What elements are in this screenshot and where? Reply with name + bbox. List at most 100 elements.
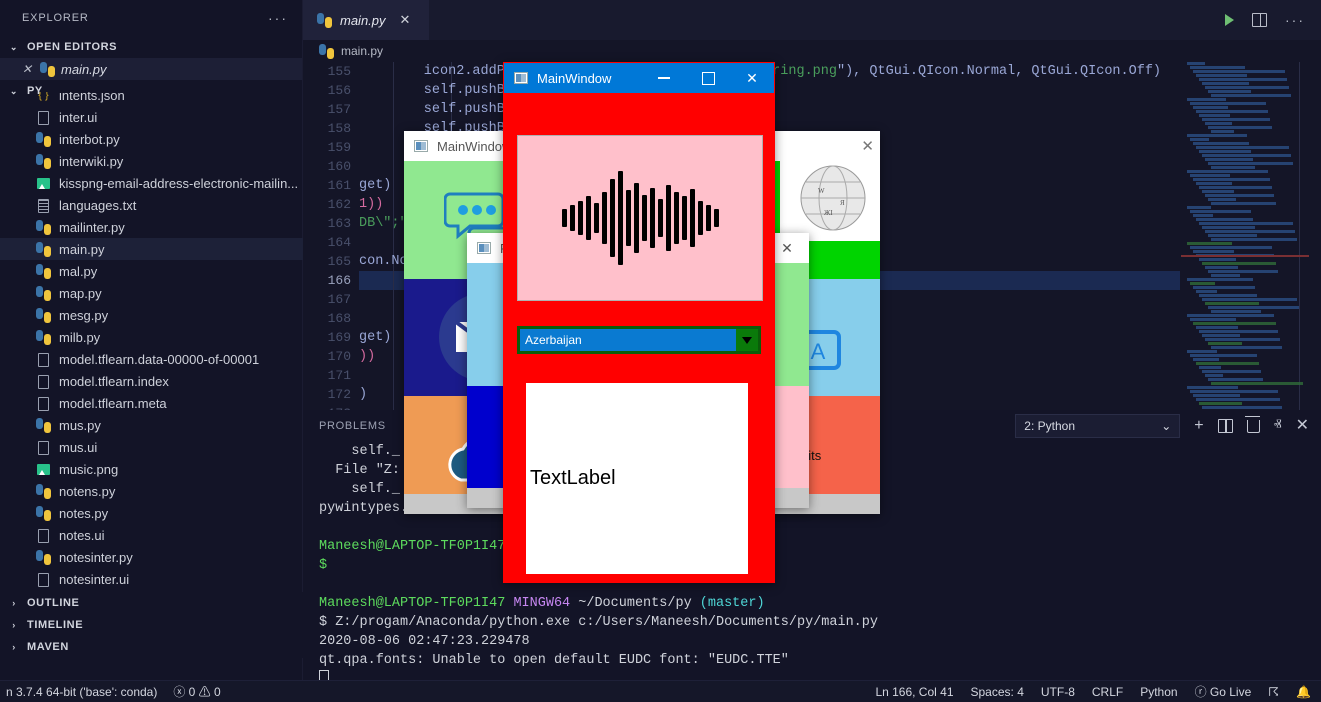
status-encoding[interactable]: UTF-8 — [1041, 685, 1075, 699]
status-language-mode[interactable]: Python — [1140, 685, 1177, 699]
file-item[interactable]: interbot.py — [0, 128, 303, 150]
file-item[interactable]: notesinter.ui — [0, 568, 303, 590]
line-number: 164 — [327, 235, 351, 250]
sidebar-section-maven[interactable]: › MAVEN — [0, 636, 303, 658]
app-icon — [414, 140, 428, 152]
file-item[interactable]: notens.py — [0, 480, 303, 502]
close-button[interactable]: ✕ — [730, 63, 774, 93]
python-icon — [36, 549, 51, 565]
split-terminal-button[interactable] — [1217, 419, 1233, 433]
chevron-right-icon: › — [12, 642, 16, 652]
terminal-select[interactable]: 2: Python ⌄ — [1015, 414, 1181, 438]
sidebar-section-outline[interactable]: › OUTLINE — [0, 592, 303, 614]
file-item-label: mailinter.py — [59, 219, 125, 235]
audio-waveform-image — [517, 135, 763, 301]
file-item-label: interwiki.py — [59, 153, 124, 169]
explorer-sidebar: EXPLORER ··· ⌄ OPEN EDITORS ✕ main.py ⌄ … — [0, 0, 303, 680]
file-item[interactable]: map.py — [0, 282, 303, 304]
waveform-bar — [609, 179, 615, 257]
line-number-gutter: 155 156 157 158 159 160 161 162 163 164 165 166 167 1… — [303, 62, 359, 410]
open-editor-label: main.py — [61, 61, 107, 77]
open-editors-section[interactable]: ⌄ OPEN EDITORS — [0, 36, 302, 58]
waveform-bar — [601, 192, 607, 244]
file-item[interactable]: model.tflearn.data-00000-of-00001 — [0, 348, 303, 370]
file-item[interactable]: milb.py — [0, 326, 303, 348]
file-item[interactable]: mailinter.py — [0, 216, 303, 238]
file-item[interactable]: mus.ui — [0, 436, 303, 458]
file-item[interactable]: interwiki.py — [0, 150, 303, 172]
wiki-tile[interactable]: ✕ W Я ЖІ — [780, 131, 880, 241]
file-item[interactable]: { } intents.json — [0, 92, 303, 106]
file-item-label: notes.py — [59, 505, 109, 521]
more-actions-button[interactable]: ··· — [1285, 13, 1305, 27]
status-errors-warnings[interactable]: ⓧ 0 ⚠ 0 — [173, 683, 220, 700]
explorer-more-icon[interactable]: ··· — [268, 11, 288, 25]
status-bar-right: Ln 166, Col 41 Spaces: 4 UTF-8 CRLF Python ⓡ … — [875, 683, 1321, 700]
file-item[interactable]: notes.py — [0, 502, 303, 524]
terminal-line: qt.qpa.fonts: Unable to open default EUD… — [319, 653, 789, 668]
python-icon — [36, 483, 51, 499]
open-editor-item-main-py[interactable]: ✕ main.py — [0, 58, 302, 80]
app-icon — [514, 72, 528, 84]
file-item[interactable]: notes.ui — [0, 524, 303, 546]
file-item[interactable]: model.tflearn.meta — [0, 392, 303, 414]
waveform-bar — [569, 205, 575, 231]
maximize-button[interactable] — [686, 63, 730, 93]
chevron-down-icon[interactable] — [736, 329, 758, 351]
python-icon — [40, 61, 55, 77]
status-feedback[interactable]: ☈ — [1268, 685, 1279, 699]
file-item[interactable]: notesinter.py — [0, 546, 303, 568]
svg-text:W: W — [818, 187, 825, 195]
minimap[interactable] — [1181, 62, 1309, 410]
file-item[interactable]: mesg.py — [0, 304, 303, 326]
status-indentation[interactable]: Spaces: 4 — [971, 685, 1024, 699]
close-panel-button[interactable]: ✕ — [1296, 418, 1309, 434]
python-icon — [319, 43, 334, 59]
file-item[interactable]: kisspng-email-address-electronic-mailin.… — [0, 172, 303, 194]
kill-terminal-button[interactable] — [1244, 415, 1260, 433]
python-icon — [36, 417, 51, 433]
status-notifications[interactable]: 🔔 — [1296, 685, 1311, 699]
sidebar-section-timeline[interactable]: › TIMELINE — [0, 614, 303, 636]
minimize-button[interactable] — [642, 63, 686, 93]
file-item[interactable]: model.tflearn.index — [0, 370, 303, 392]
file-item-label: languages.txt — [59, 197, 137, 213]
explorer-title: EXPLORER — [22, 12, 89, 24]
minimap-cursor-line — [1181, 255, 1309, 257]
file-list[interactable]: { } intents.json inter.ui interbot.py interw… — [0, 92, 303, 612]
close-icon[interactable]: ✕ — [400, 12, 411, 28]
line-number: 156 — [327, 83, 351, 98]
file-item[interactable]: inter.ui — [0, 106, 303, 128]
explorer-header: EXPLORER ··· — [0, 0, 302, 36]
minimap-slider[interactable] — [1299, 62, 1309, 410]
breadcrumb[interactable]: main.py — [303, 40, 1321, 62]
qt-window-active-mainwindow[interactable]: MainWindow ✕ Azerbaijan TextLabel — [503, 62, 775, 583]
file-item[interactable]: music.png — [0, 458, 303, 480]
waveform-bar — [561, 209, 567, 227]
file-item[interactable]: mal.py — [0, 260, 303, 282]
tab-problems[interactable]: PROBLEMS — [319, 420, 386, 432]
close-icon[interactable]: ✕ — [861, 137, 874, 155]
status-python-interpreter[interactable]: n 3.7.4 64-bit ('base': conda) — [6, 685, 157, 699]
status-cursor-position[interactable]: Ln 166, Col 41 — [875, 685, 953, 699]
language-combobox[interactable]: Azerbaijan — [517, 326, 761, 354]
waveform-bar — [649, 188, 655, 248]
python-icon — [36, 329, 51, 345]
waveform-bar — [657, 199, 663, 237]
line-number: 163 — [327, 216, 351, 231]
run-button[interactable] — [1225, 14, 1234, 26]
split-editor-button[interactable] — [1252, 13, 1267, 27]
file-item[interactable]: languages.txt — [0, 194, 303, 216]
line-number: 158 — [327, 121, 351, 136]
maximize-panel-button[interactable]: ⱏ — [1274, 418, 1282, 434]
file-item[interactable]: main.py — [0, 238, 303, 260]
close-icon[interactable]: ✕ — [22, 62, 34, 76]
file-icon — [36, 352, 51, 367]
status-go-live[interactable]: ⓡ Go Live — [1195, 683, 1252, 700]
qt-titlebar[interactable]: MainWindow ✕ — [504, 63, 774, 93]
file-item[interactable]: mus.py — [0, 414, 303, 436]
status-eol[interactable]: CRLF — [1092, 685, 1123, 699]
tab-main-py[interactable]: main.py ✕ — [303, 0, 429, 40]
chevron-down-icon: ⌄ — [9, 41, 19, 52]
new-terminal-button[interactable]: + — [1194, 418, 1203, 434]
